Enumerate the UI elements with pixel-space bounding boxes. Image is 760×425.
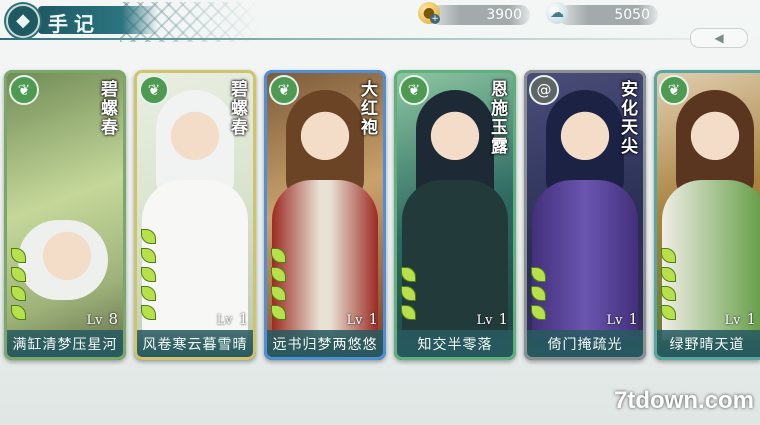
leaf-icon (661, 286, 676, 301)
leaf-icon (11, 267, 26, 282)
leaf-icon (661, 248, 676, 263)
level-display: Lv 1 (476, 310, 508, 328)
leaf-icon: ❦ (139, 75, 169, 105)
diamond-back-icon: ◆ (16, 10, 30, 31)
level-value: 1 (498, 310, 508, 328)
leaf-icon (11, 286, 26, 301)
leaf-icon (531, 305, 546, 320)
leaf-icon (141, 229, 156, 244)
level-prefix: Lv (216, 313, 233, 328)
jade-counter: 5050 (558, 5, 658, 25)
rank-leaves (11, 244, 27, 320)
character-card[interactable]: ❦ 恩施玉露 Lv 1 知交半零落 (394, 70, 516, 360)
leaf-icon (401, 286, 416, 301)
card-caption: 绿野晴天道 (654, 330, 760, 360)
leaf-icon (11, 305, 26, 320)
card-vertical-name: 碧螺春 (227, 80, 247, 137)
card-caption: 远书归梦两悠悠 (264, 330, 386, 360)
level-prefix: Lv (724, 313, 741, 328)
leaf-icon (271, 248, 286, 263)
card-vertical-name: 大红袍 (357, 80, 377, 137)
card-caption: 知交半零落 (394, 330, 516, 360)
card-caption: 风卷寒云暮雪晴 (134, 330, 256, 360)
rank-leaves (531, 263, 547, 320)
character-card[interactable]: ❦ 大红袍 Lv 1 远书归梦两悠悠 (264, 70, 386, 360)
collapse-tab-button[interactable]: ◀ (690, 28, 748, 48)
leaf-icon (401, 305, 416, 320)
leaf-icon (141, 267, 156, 282)
header-divider (0, 38, 760, 40)
leaf-icon (531, 286, 546, 301)
leaf-icon: ❦ (269, 75, 299, 105)
character-card[interactable]: ❦ 碧螺春 Lv 1 风卷寒云暮雪晴 (134, 70, 256, 360)
leaf-icon (11, 248, 26, 263)
leaf-icon (531, 267, 546, 282)
level-display: Lv 1 (216, 310, 248, 328)
rank-leaves (141, 225, 157, 320)
site-watermark: 7tdown.com (613, 387, 754, 414)
rank-leaves (271, 244, 287, 320)
character-card[interactable]: @ 安化天尖 Lv 1 倚门掩疏光 (524, 70, 646, 360)
level-prefix: Lv (346, 313, 363, 328)
rank-leaves (661, 244, 677, 320)
leaf-icon (661, 267, 676, 282)
level-display: Lv 1 (346, 310, 378, 328)
card-vertical-name: 安化天尖 (617, 80, 637, 156)
card-caption: 倚门掩疏光 (524, 330, 646, 360)
card-vertical-name: 恩施玉露 (487, 80, 507, 156)
leaf-icon (271, 286, 286, 301)
swirl-icon: @ (529, 75, 559, 105)
level-display: Lv 1 (606, 310, 638, 328)
coin-amount: 3900 (486, 7, 522, 23)
character-card[interactable]: ❦ 碧螺春 Lv 8 满缸清梦压星河 (4, 70, 126, 360)
back-button[interactable]: ◆ (6, 4, 40, 38)
level-value: 8 (108, 310, 118, 328)
leaf-icon: ❦ (659, 75, 689, 105)
leaf-icon (141, 286, 156, 301)
level-prefix: Lv (86, 313, 103, 328)
leaf-icon (271, 305, 286, 320)
leaf-icon (141, 305, 156, 320)
add-coin-icon[interactable]: + (430, 14, 440, 24)
card-caption: 满缸清梦压星河 (4, 330, 126, 360)
level-value: 1 (238, 310, 248, 328)
leaf-icon: ❦ (9, 75, 39, 105)
card-vertical-name: 碧螺春 (97, 80, 117, 137)
level-display: Lv 8 (86, 310, 118, 328)
leaf-icon (271, 267, 286, 282)
leaf-icon (141, 248, 156, 263)
page-title: 手记 (48, 12, 100, 36)
level-prefix: Lv (606, 313, 623, 328)
level-display: Lv 1 (724, 310, 756, 328)
card-strip: ❦ 碧螺春 Lv 8 满缸清梦压星河 ❦ 碧螺春 Lv 1 风卷寒云暮雪晴 ❦ … (0, 62, 760, 362)
leaf-icon: ❦ (399, 75, 429, 105)
leaf-icon (401, 267, 416, 282)
level-prefix: Lv (476, 313, 493, 328)
jade-cloud-icon[interactable]: ☁ (546, 2, 568, 24)
level-value: 1 (628, 310, 638, 328)
level-value: 1 (746, 310, 756, 328)
left-arrow-icon: ◀ (714, 31, 724, 45)
rank-leaves (401, 263, 417, 320)
character-card[interactable]: ❦ Lv 1 绿野晴天道 (654, 70, 760, 360)
coin-counter: 3900 (430, 5, 530, 25)
jade-amount: 5050 (614, 7, 650, 23)
leaf-icon (661, 305, 676, 320)
level-value: 1 (368, 310, 378, 328)
